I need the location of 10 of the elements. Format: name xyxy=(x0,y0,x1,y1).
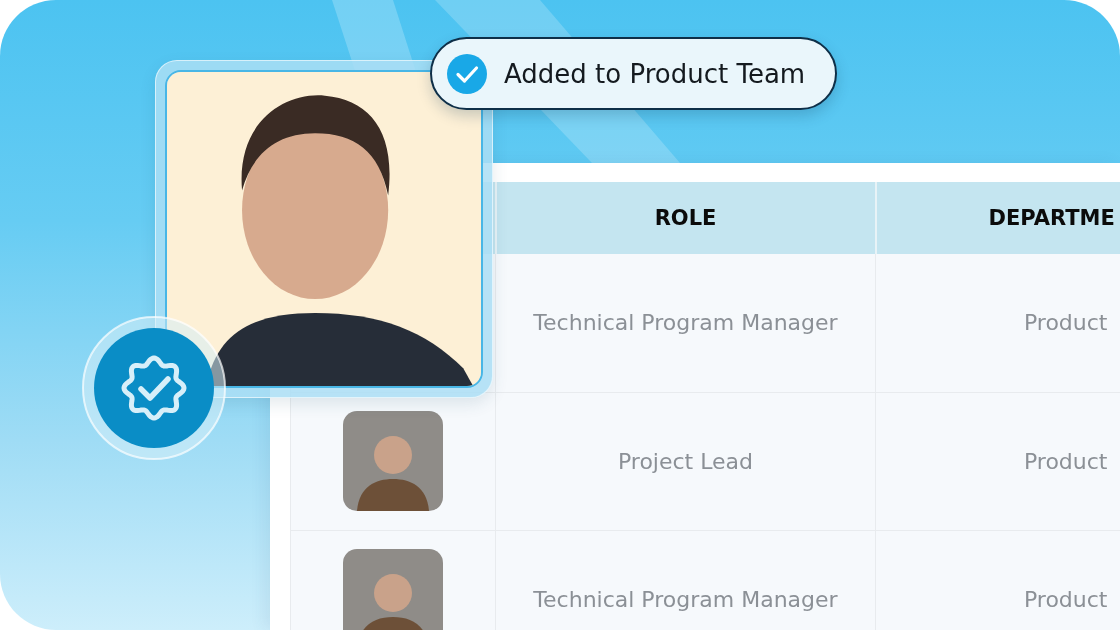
table-cell: Project Lead xyxy=(495,392,876,530)
table-cell: Product xyxy=(875,254,1120,392)
column-header: DEPARTME xyxy=(875,182,1120,254)
column-header: ROLE xyxy=(495,182,876,254)
check-circle-icon xyxy=(447,53,487,94)
notification-text: Added to Product Team xyxy=(504,58,806,89)
table-cell: Product xyxy=(875,392,1120,530)
table-cell: Technical Program Manager xyxy=(495,254,876,392)
table-cell: Product xyxy=(875,530,1120,630)
table-cell: Technical Program Manager xyxy=(495,530,876,630)
